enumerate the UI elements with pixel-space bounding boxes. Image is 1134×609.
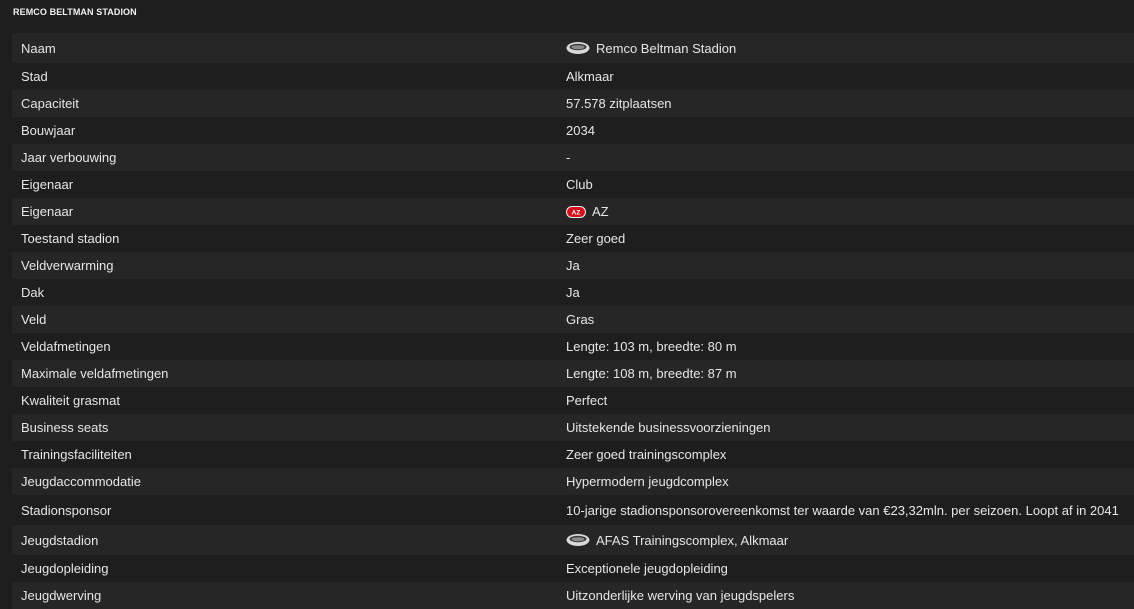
table-row: Bouwjaar 2034 — [12, 117, 1134, 144]
row-value: Lengte: 103 m, breedte: 80 m — [566, 339, 737, 354]
table-row: Jeugdopleiding Exceptionele jeugdopleidin… — [12, 555, 1134, 582]
row-value: Zeer goed trainingscomplex — [566, 447, 727, 462]
row-value-cell[interactable]: Remco Beltman Stadion — [566, 41, 1134, 56]
row-label: Bouwjaar — [21, 123, 76, 138]
row-value-cell[interactable]: AZ AZ — [566, 204, 1134, 219]
row-value-cell: Uitstekende businessvoorzieningen — [566, 420, 1134, 435]
row-label: Toestand stadion — [21, 231, 120, 246]
row-value-cell: Ja — [566, 285, 1134, 300]
table-row: Stad Alkmaar — [12, 63, 1134, 90]
row-value-cell: Hypermodern jeugdcomplex — [566, 474, 1134, 489]
table-row: Business seats Uitstekende businessvoorzi… — [12, 414, 1134, 441]
row-value: 10-jarige stadionsponsorovereenkomst ter… — [566, 502, 1119, 518]
row-value-cell: Lengte: 103 m, breedte: 80 m — [566, 339, 1134, 354]
table-row: Kwaliteit grasmat Perfect — [12, 387, 1134, 414]
row-label: Veld — [21, 312, 47, 327]
row-value-cell: - — [566, 150, 1134, 165]
row-value-cell: Ja — [566, 258, 1134, 273]
stadium-icon — [566, 41, 590, 55]
row-value: Ja — [566, 285, 580, 300]
table-row: Veldafmetingen Lengte: 103 m, breedte: 80… — [12, 333, 1134, 360]
row-value: Ja — [566, 258, 580, 273]
row-label: Stadionsponsor — [21, 502, 112, 518]
table-row: Maximale veldafmetingen Lengte: 108 m, br… — [12, 360, 1134, 387]
row-value: Hypermodern jeugdcomplex — [566, 474, 729, 489]
table-row: Jeugdaccommodatie Hypermodern jeugdcomple… — [12, 468, 1134, 495]
row-label: Kwaliteit grasmat — [21, 393, 120, 408]
row-value-link[interactable]: AFAS Trainingscomplex, Alkmaar — [596, 533, 788, 548]
row-label: Eigenaar — [21, 204, 74, 219]
table-row: Toestand stadion Zeer goed — [12, 225, 1134, 252]
row-value-cell: Perfect — [566, 393, 1134, 408]
row-label: Stad — [21, 69, 48, 84]
row-label: Dak — [21, 285, 45, 300]
row-label: Capaciteit — [21, 96, 79, 111]
row-label: Veldverwarming — [21, 258, 114, 273]
stadium-icon — [566, 533, 590, 547]
row-value: Uitstekende businessvoorzieningen — [566, 420, 771, 435]
row-label: Jeugdopleiding — [21, 561, 109, 576]
table-row: Veld Gras — [12, 306, 1134, 333]
row-label: Business seats — [21, 420, 109, 435]
row-label: Trainingsfaciliteiten — [21, 447, 132, 462]
row-value: Zeer goed — [566, 231, 626, 246]
row-value-cell: Uitzonderlijke werving van jeugdspelers — [566, 588, 1134, 603]
row-value-cell: 2034 — [566, 123, 1134, 138]
table-row: Trainingsfaciliteiten Zeer goed trainings… — [12, 441, 1134, 468]
row-value-cell: Zeer goed trainingscomplex — [566, 447, 1134, 462]
club-badge-icon: AZ — [566, 205, 586, 218]
row-value: Club — [566, 177, 593, 192]
row-label: Jeugdstadion — [21, 532, 99, 548]
row-value: Exceptionele jeugdopleiding — [566, 561, 728, 576]
row-value-cell: Club — [566, 177, 1134, 192]
row-value-cell: 10-jarige stadionsponsorovereenkomst ter… — [566, 503, 1134, 518]
row-label: Veldafmetingen — [21, 339, 111, 354]
table-row: Jaar verbouwing - — [12, 144, 1134, 171]
row-value: 57.578 zitplaatsen — [566, 96, 672, 111]
row-value-cell: Alkmaar — [566, 69, 1134, 84]
table-row: Capaciteit 57.578 zitplaatsen — [12, 90, 1134, 117]
table-row: Eigenaar Club — [12, 171, 1134, 198]
row-value: Gras — [566, 312, 595, 327]
row-value: 2034 — [566, 123, 595, 138]
row-label: Jaar verbouwing — [21, 150, 117, 165]
table-row: Jeugdstadion AFAS Trainingscomplex, Alkma… — [12, 525, 1134, 555]
row-value: Lengte: 108 m, breedte: 87 m — [566, 366, 737, 381]
table-row: Naam Remco Beltman Stadion — [12, 33, 1134, 63]
row-value: Uitzonderlijke werving van jeugdspelers — [566, 588, 795, 603]
panel-title: REMCO BELTMAN STADION — [13, 7, 137, 17]
row-label: Jeugdwerving — [21, 588, 102, 603]
row-label: Naam — [21, 40, 56, 56]
row-value-link[interactable]: Remco Beltman Stadion — [596, 41, 736, 56]
row-value: - — [566, 150, 571, 165]
stadium-info-table: Naam Remco Beltman Stadion Stad Alkmaar Capa… — [12, 33, 1134, 609]
row-value-cell: 57.578 zitplaatsen — [566, 96, 1134, 111]
row-label: Maximale veldafmetingen — [21, 366, 169, 381]
row-label: Jeugdaccommodatie — [21, 474, 141, 489]
stadium-info-panel: REMCO BELTMAN STADION Naam Remco Beltman … — [0, 0, 1134, 609]
row-value-cell: Exceptionele jeugdopleiding — [566, 561, 1134, 576]
row-value-link[interactable]: AZ — [592, 204, 609, 219]
row-value-cell: Gras — [566, 312, 1134, 327]
row-value-cell[interactable]: AFAS Trainingscomplex, Alkmaar — [566, 533, 1134, 548]
table-row: Veldverwarming Ja — [12, 252, 1134, 279]
row-value: Alkmaar — [566, 69, 614, 84]
table-row: Stadionsponsor 10-jarige stadionsponsorov… — [12, 495, 1134, 525]
table-row: Jeugdwerving Uitzonderlijke werving van j… — [12, 582, 1134, 609]
row-value-cell: Zeer goed — [566, 231, 1134, 246]
row-value: Perfect — [566, 393, 608, 408]
svg-text:AZ: AZ — [572, 209, 581, 216]
row-label: Eigenaar — [21, 177, 74, 192]
row-value-cell: Lengte: 108 m, breedte: 87 m — [566, 366, 1134, 381]
table-row: Dak Ja — [12, 279, 1134, 306]
table-row: Eigenaar AZ AZ — [12, 198, 1134, 225]
